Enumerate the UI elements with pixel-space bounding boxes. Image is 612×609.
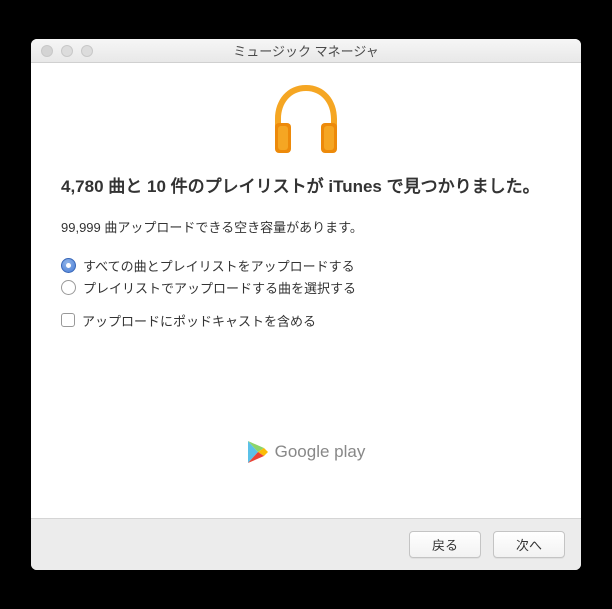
radio-input-select[interactable] [61,280,76,295]
button-bar: 戻る 次へ [31,518,581,570]
back-button[interactable]: 戻る [409,531,481,558]
headphones-icon [61,83,551,155]
checkbox-include-podcasts[interactable]: アップロードにポッドキャストを含める [61,311,551,330]
google-play-text: Google play [275,442,366,462]
zoom-window-button[interactable] [81,45,93,57]
radio-label-select: プレイリストでアップロードする曲を選択する [83,278,356,297]
titlebar[interactable]: ミュージック マネージャ [31,39,581,63]
upload-option-group: すべての曲とプレイリストをアップロードする プレイリストでアップロードする曲を選… [61,256,551,297]
next-button[interactable]: 次へ [493,531,565,558]
music-manager-window: ミュージック マネージャ 4,780 曲と 10 件のプレイリストが iTune… [31,39,581,570]
minimize-window-button[interactable] [61,45,73,57]
radio-select-playlists[interactable]: プレイリストでアップロードする曲を選択する [61,278,551,297]
traffic-lights [31,45,93,57]
radio-upload-all[interactable]: すべての曲とプレイリストをアップロードする [61,256,551,275]
close-window-button[interactable] [41,45,53,57]
window-title: ミュージック マネージャ [31,41,581,60]
capacity-text: 99,999 曲アップロードできる空き容量があります。 [61,217,551,236]
heading-text: 4,780 曲と 10 件のプレイリストが iTunes で見つかりました。 [61,175,551,199]
play-triangle-icon [247,440,269,464]
radio-label-all: すべての曲とプレイリストをアップロードする [83,256,355,275]
radio-input-all[interactable] [61,258,76,273]
google-play-logo: Google play [61,440,551,464]
checkbox-label-podcasts: アップロードにポッドキャストを含める [82,311,316,330]
checkbox-input-podcasts[interactable] [61,313,75,327]
content-area: 4,780 曲と 10 件のプレイリストが iTunes で見つかりました。 9… [31,63,581,518]
